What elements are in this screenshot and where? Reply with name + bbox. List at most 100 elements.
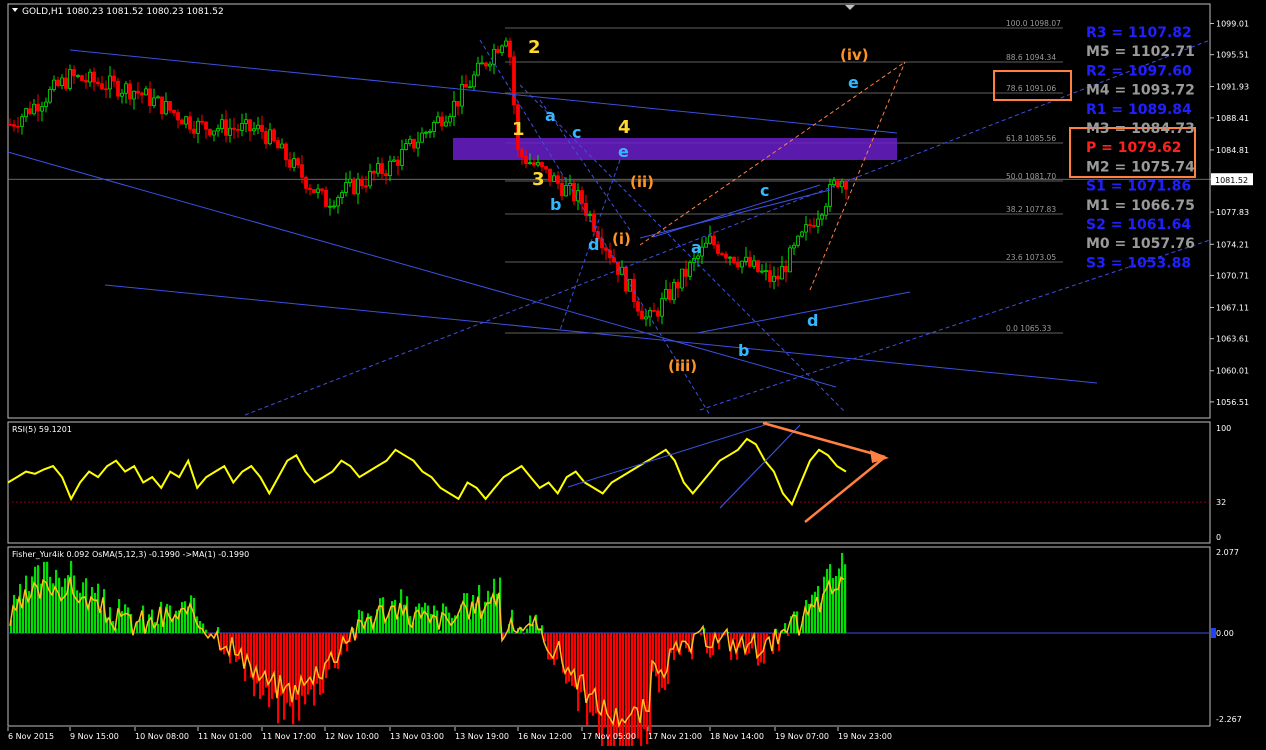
candle <box>585 195 588 222</box>
trend-line[interactable] <box>697 292 910 333</box>
osma-bar <box>598 633 600 735</box>
candle-body <box>361 179 364 186</box>
candle <box>605 245 608 260</box>
wave-label: c <box>760 181 769 200</box>
candle-body <box>93 72 96 82</box>
wave-channel-line[interactable] <box>810 62 905 290</box>
candle-body <box>537 163 540 165</box>
candle-body <box>765 271 768 272</box>
osma-bar <box>628 633 630 746</box>
pivot-level-label: S1 = 1071.86 <box>1086 179 1191 195</box>
candle-body <box>237 129 240 130</box>
candle-body <box>677 282 680 288</box>
candle-body <box>333 206 336 207</box>
candle-body <box>497 49 500 52</box>
osma-bar <box>826 569 828 633</box>
time-tick-label: 9 Nov 15:00 <box>70 732 119 741</box>
rsi-line <box>8 439 846 504</box>
wave-label: a <box>545 106 556 125</box>
candle-body <box>561 183 564 195</box>
osma-bar <box>823 577 825 633</box>
fib-level-label: 100.0 1098.07 <box>1006 19 1061 28</box>
candle <box>501 44 504 56</box>
osma-bar <box>421 607 423 633</box>
candle-body <box>161 97 164 114</box>
osma-bar <box>607 633 609 746</box>
candle <box>313 189 316 193</box>
trend-line[interactable] <box>105 285 1097 383</box>
candle <box>73 65 76 84</box>
trend-line[interactable] <box>245 40 1210 415</box>
candle-body <box>329 206 332 207</box>
trend-line[interactable] <box>653 185 820 237</box>
candle-body <box>721 254 724 255</box>
trend-line[interactable] <box>70 50 897 133</box>
trend-line[interactable] <box>8 152 836 387</box>
candle <box>305 176 308 194</box>
candle-body <box>97 82 100 84</box>
candle-body <box>825 206 828 215</box>
candle <box>621 260 624 274</box>
scroll-marker-icon[interactable] <box>845 5 855 10</box>
candle-body <box>673 282 676 299</box>
dropdown-triangle-icon[interactable] <box>12 8 18 12</box>
fisher-header: Fisher_Yur4ik 0.092 OsMA(5,12,3) -0.1990… <box>12 550 249 559</box>
rsi-panel[interactable]: RSI(5) 59.1201 <box>8 423 1210 522</box>
osma-bar <box>181 602 183 633</box>
candle-body <box>805 225 808 232</box>
candle-body <box>273 130 276 141</box>
osma-bar <box>322 633 324 693</box>
candle <box>69 64 72 90</box>
candle-body <box>465 84 468 87</box>
candle-body <box>385 174 388 176</box>
candle-body <box>189 117 192 129</box>
candle-body <box>409 139 412 143</box>
candle-body <box>105 89 108 90</box>
osma-bar <box>94 593 96 633</box>
rsi-divergence-line[interactable] <box>805 457 885 522</box>
rsi-trend-line[interactable] <box>720 425 800 508</box>
candle-body <box>657 311 660 316</box>
osma-bar <box>538 630 540 633</box>
candle-body <box>545 167 548 169</box>
candle <box>729 256 732 265</box>
candle <box>329 198 332 215</box>
osma-bar <box>571 633 573 686</box>
candle <box>653 303 656 312</box>
osma-bar <box>34 567 36 633</box>
rsi-trend-line[interactable] <box>568 425 765 487</box>
osma-bar <box>700 633 702 635</box>
candle-body <box>281 144 284 148</box>
osma-bar <box>64 578 66 633</box>
candle-body <box>757 261 760 272</box>
osma-bar <box>640 633 642 746</box>
osma-bar <box>592 633 594 716</box>
candle <box>705 237 708 248</box>
candle <box>601 228 604 254</box>
price-tick-label: 1095.51 <box>1216 51 1249 60</box>
osma-bar <box>61 587 63 633</box>
osma-bar <box>472 595 474 633</box>
candle <box>785 260 788 283</box>
price-tick-label: 1091.93 <box>1216 83 1249 92</box>
candle-body <box>645 317 648 319</box>
candle-body <box>553 176 556 182</box>
osma-bar <box>46 562 48 633</box>
candle-body <box>509 41 512 57</box>
fisher-panel[interactable]: Fisher_Yur4ik 0.092 OsMA(5,12,3) -0.1990… <box>8 550 1210 746</box>
candle-body <box>709 236 712 243</box>
candle <box>197 118 200 144</box>
candle <box>185 116 188 129</box>
candle <box>685 260 688 287</box>
osma-bar <box>319 633 321 695</box>
candle-body <box>729 257 732 258</box>
osma-bar <box>262 633 264 695</box>
candle-body <box>197 121 200 133</box>
osma-bar <box>268 633 270 707</box>
candle-body <box>77 76 80 77</box>
candle <box>793 242 796 255</box>
candle-body <box>177 113 180 120</box>
candle-body <box>833 181 836 185</box>
candle <box>277 137 280 148</box>
price-tick-label: 1099.01 <box>1216 19 1249 28</box>
